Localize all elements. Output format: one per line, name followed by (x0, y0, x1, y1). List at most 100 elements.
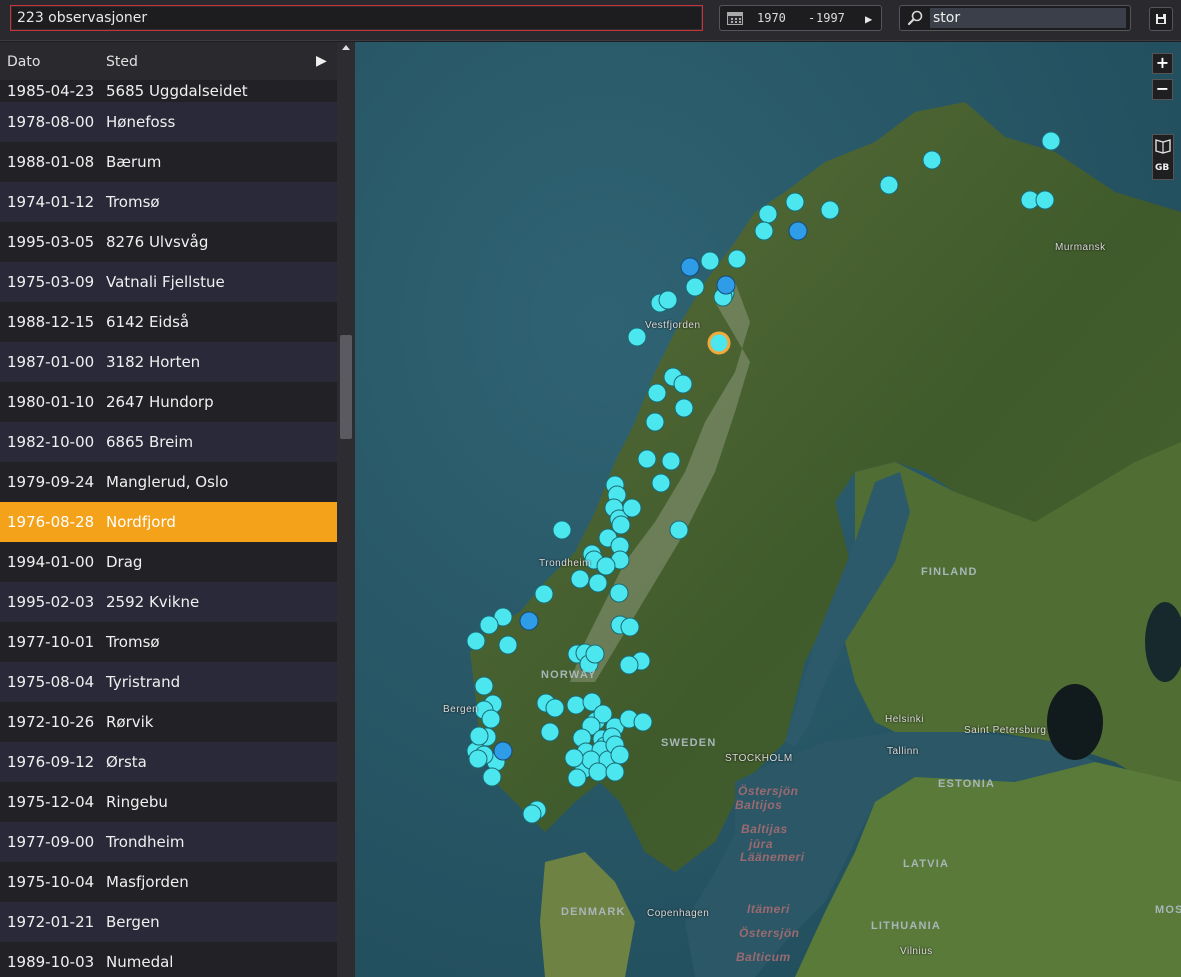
observation-marker[interactable] (637, 449, 657, 469)
observation-count-field[interactable]: 223 observasjoner (10, 5, 703, 31)
table-row[interactable]: 1975-10-04 Masfjorden (0, 862, 337, 902)
observation-marker-cluster[interactable] (680, 257, 700, 277)
observation-marker[interactable] (620, 617, 640, 637)
observation-marker[interactable] (661, 451, 681, 471)
table-row[interactable]: 1979-09-24 Manglerud, Oslo (0, 462, 337, 502)
table-row[interactable]: 1972-10-26 Rørvik (0, 702, 337, 742)
table-row[interactable]: 1972-01-21 Bergen (0, 902, 337, 942)
table-row[interactable]: 1988-01-08 Bærum (0, 142, 337, 182)
play-rows-button[interactable]: ▶ (316, 53, 327, 69)
observation-marker[interactable] (481, 709, 501, 729)
observation-marker[interactable] (605, 762, 625, 782)
map-view[interactable]: + − GB FINLAND SWEDEN NORWAY ESTONIA LAT… (355, 42, 1181, 977)
observation-marker[interactable] (669, 520, 689, 540)
observation-marker[interactable] (619, 655, 639, 675)
table-row[interactable]: 1978-08-00 Hønefoss (0, 102, 337, 142)
year-from-value[interactable]: 1970 (757, 11, 786, 25)
year-to-value[interactable]: 1997 (816, 11, 845, 25)
observation-marker-cluster[interactable] (788, 221, 808, 241)
observation-marker[interactable] (627, 327, 647, 347)
observation-marker-cluster[interactable] (519, 611, 539, 631)
observation-marker[interactable] (622, 498, 642, 518)
label-vilnius: Vilnius (900, 946, 933, 957)
observation-marker[interactable] (673, 374, 693, 394)
observation-marker[interactable] (700, 251, 720, 271)
zoom-out-button[interactable]: − (1152, 79, 1173, 100)
observation-marker[interactable] (685, 277, 705, 297)
observation-marker[interactable] (758, 204, 778, 224)
observation-marker[interactable] (922, 150, 942, 170)
scroll-up-arrow-icon[interactable] (342, 45, 350, 50)
observation-marker[interactable] (468, 749, 488, 769)
table-row[interactable]: 1987-01-00 3182 Horten (0, 342, 337, 382)
label-baltic-8: Balticum (736, 950, 791, 964)
observation-marker[interactable] (588, 573, 608, 593)
observation-marker[interactable] (588, 762, 608, 782)
observation-marker[interactable] (466, 631, 486, 651)
observation-marker[interactable] (596, 556, 616, 576)
row-place: Trondheim (106, 833, 185, 851)
table-row[interactable]: 1977-09-00 Trondheim (0, 822, 337, 862)
scrollbar-thumb[interactable] (340, 335, 352, 439)
observation-marker[interactable] (479, 615, 499, 635)
observation-marker[interactable] (785, 192, 805, 212)
table-row[interactable]: 1985-04-23 5685 Uggdalseidet (0, 80, 337, 102)
observation-marker[interactable] (564, 748, 584, 768)
table-row[interactable]: 1994-01-00 Drag (0, 542, 337, 582)
table-row[interactable]: 1989-10-03 Numedal (0, 942, 337, 977)
observation-marker[interactable] (1041, 131, 1061, 151)
table-row[interactable]: 1975-08-04 Tyristrand (0, 662, 337, 702)
observation-marker[interactable] (585, 644, 605, 664)
table-row-selected[interactable]: 1976-08-28 Nordfjord (0, 502, 337, 542)
search-box[interactable] (899, 5, 1131, 31)
observation-marker[interactable] (545, 698, 565, 718)
observation-marker[interactable] (674, 398, 694, 418)
table-scrollbar[interactable] (337, 42, 355, 977)
observation-marker[interactable] (469, 726, 489, 746)
observation-marker[interactable] (609, 583, 629, 603)
table-row[interactable]: 1995-03-05 8276 Ulvsvåg (0, 222, 337, 262)
map-layer-control[interactable]: GB (1152, 134, 1174, 180)
observation-marker[interactable] (610, 745, 630, 765)
row-date: 1976-08-28 (7, 513, 95, 531)
observation-marker[interactable] (633, 712, 653, 732)
observation-marker[interactable] (820, 200, 840, 220)
save-button[interactable] (1149, 7, 1173, 31)
observation-marker-cluster[interactable] (493, 741, 513, 761)
observation-marker[interactable] (1035, 190, 1055, 210)
observation-marker[interactable] (522, 804, 542, 824)
search-input[interactable] (930, 8, 1126, 28)
table-row[interactable]: 1975-12-04 Ringebu (0, 782, 337, 822)
table-row[interactable]: 1988-12-15 6142 Eidså (0, 302, 337, 342)
year-range-control[interactable]: 1970 - 1997 ▶ (719, 5, 882, 31)
observation-marker[interactable] (645, 412, 665, 432)
observation-marker[interactable] (754, 221, 774, 241)
observation-marker[interactable] (566, 695, 586, 715)
observation-marker[interactable] (647, 383, 667, 403)
table-row[interactable]: 1975-03-09 Vatnali Fjellstue (0, 262, 337, 302)
table-row[interactable]: 1974-01-12 Tromsø (0, 182, 337, 222)
column-header-place[interactable]: Sted (106, 54, 138, 70)
observation-marker[interactable] (482, 767, 502, 787)
observation-marker[interactable] (651, 473, 671, 493)
observation-marker[interactable] (498, 635, 518, 655)
table-row[interactable]: 1995-02-03 2592 Kvikne (0, 582, 337, 622)
table-row[interactable]: 1980-01-10 2647 Hundorp (0, 382, 337, 422)
observation-marker[interactable] (552, 520, 572, 540)
table-row[interactable]: 1977-10-01 Tromsø (0, 622, 337, 662)
observation-marker-selected[interactable] (707, 331, 731, 355)
observation-marker[interactable] (570, 569, 590, 589)
play-years-button[interactable]: ▶ (865, 12, 872, 26)
table-row[interactable]: 1982-10-00 6865 Breim (0, 422, 337, 462)
column-header-date[interactable]: Dato (7, 54, 40, 70)
observation-marker[interactable] (567, 768, 587, 788)
zoom-in-button[interactable]: + (1152, 53, 1173, 74)
table-row[interactable]: 1976-09-12 Ørsta (0, 742, 337, 782)
observation-marker[interactable] (474, 676, 494, 696)
observation-marker[interactable] (534, 584, 554, 604)
observation-marker[interactable] (879, 175, 899, 195)
observation-marker-cluster[interactable] (716, 275, 736, 295)
observation-marker[interactable] (727, 249, 747, 269)
observation-marker[interactable] (540, 722, 560, 742)
observation-marker[interactable] (658, 290, 678, 310)
